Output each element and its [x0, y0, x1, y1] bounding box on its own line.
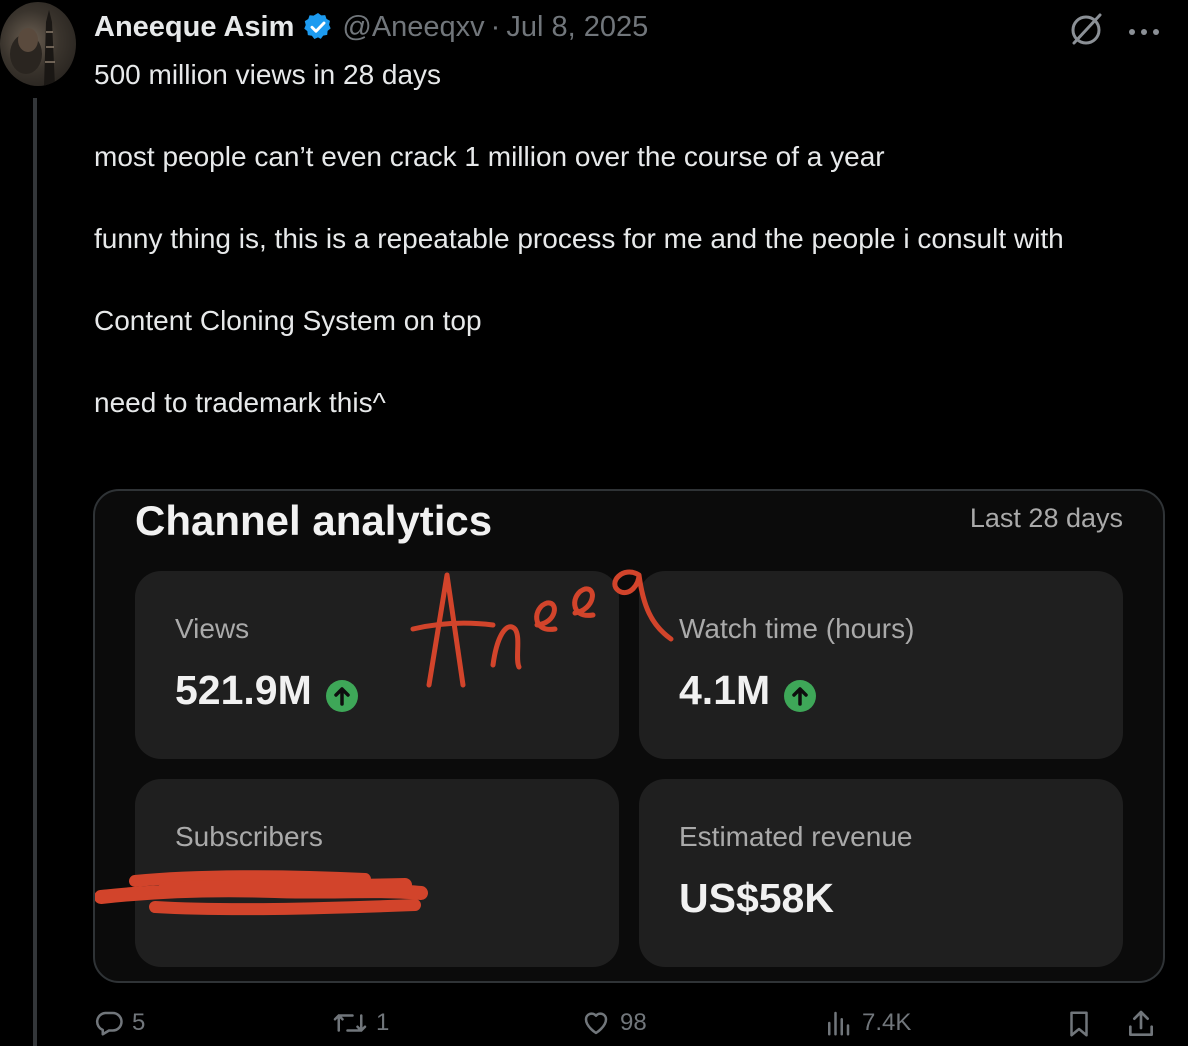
views-value: 521.9M [175, 667, 312, 713]
media-image[interactable]: Channel analytics Last 28 days Views 521… [93, 489, 1165, 983]
trend-up-icon [784, 675, 817, 712]
reply-button[interactable]: 5 [94, 1008, 145, 1038]
views-label: Views [175, 613, 250, 644]
analytics-period: Last 28 days [969, 503, 1123, 533]
trend-up-icon [325, 675, 358, 712]
like-button[interactable]: 98 [580, 1008, 647, 1038]
handwritten-signature [410, 569, 674, 688]
separator: · [490, 10, 501, 43]
tweet-paragraph: most people can’t even crack 1 million o… [94, 141, 885, 172]
tweet-text: 500 million views in 28 days most people… [94, 54, 1154, 464]
verified-badge-icon [302, 11, 334, 43]
views-icon [828, 1011, 850, 1036]
revenue-value: US$58K [679, 875, 834, 921]
view-count: 7.4K [862, 1009, 912, 1036]
tweet-date[interactable]: Jul 8, 2025 [506, 11, 648, 44]
grok-icon[interactable] [1068, 10, 1106, 48]
tweet-actions: 5 1 98 7.4K [0, 1000, 1188, 1046]
like-count: 98 [620, 1009, 647, 1036]
tweet[interactable]: Aneeque Asim @Aneeqxv · Jul 8, 2025 500 … [0, 0, 1188, 1046]
tweet-header: Aneeque Asim @Aneeqxv · Jul 8, 2025 [94, 8, 648, 46]
subscribers-redaction-scribble [95, 870, 428, 916]
avatar[interactable] [0, 2, 76, 86]
watch-time-label: Watch time (hours) [679, 613, 915, 644]
thread-line [33, 98, 37, 1046]
share-button[interactable] [1124, 1008, 1166, 1040]
bookmark-button[interactable] [1064, 1008, 1102, 1040]
bookmark-icon [1070, 1011, 1088, 1037]
reply-count: 5 [132, 1009, 146, 1036]
tweet-paragraph: need to trademark this^ [94, 387, 386, 418]
more-icon[interactable] [1124, 10, 1164, 48]
views-button[interactable]: 7.4K [822, 1008, 911, 1038]
revenue-label: Estimated revenue [679, 821, 913, 852]
share-icon [1129, 1010, 1153, 1036]
retweet-button[interactable]: 1 [332, 1008, 389, 1038]
author-name[interactable]: Aneeque Asim [94, 11, 294, 44]
subscribers-label: Subscribers [175, 821, 323, 852]
revenue-value-row: US$58K [679, 875, 834, 922]
reply-icon [95, 1011, 123, 1036]
revenue-card: Estimated revenue US$58K [639, 779, 1123, 967]
watch-time-value-row: 4.1M [679, 667, 817, 714]
tweet-paragraph: funny thing is, this is a repeatable pro… [94, 223, 1064, 254]
retweet-count: 1 [376, 1009, 390, 1036]
tweet-paragraph: 500 million views in 28 days [94, 59, 442, 90]
retweet-icon [333, 1014, 367, 1032]
tweet-paragraph: Content Cloning System on top [94, 305, 482, 336]
author-handle[interactable]: @Aneeqxv [342, 11, 484, 44]
views-value-row: 521.9M [175, 667, 358, 714]
like-icon [584, 1012, 608, 1035]
watch-time-card: Watch time (hours) 4.1M [639, 571, 1123, 759]
